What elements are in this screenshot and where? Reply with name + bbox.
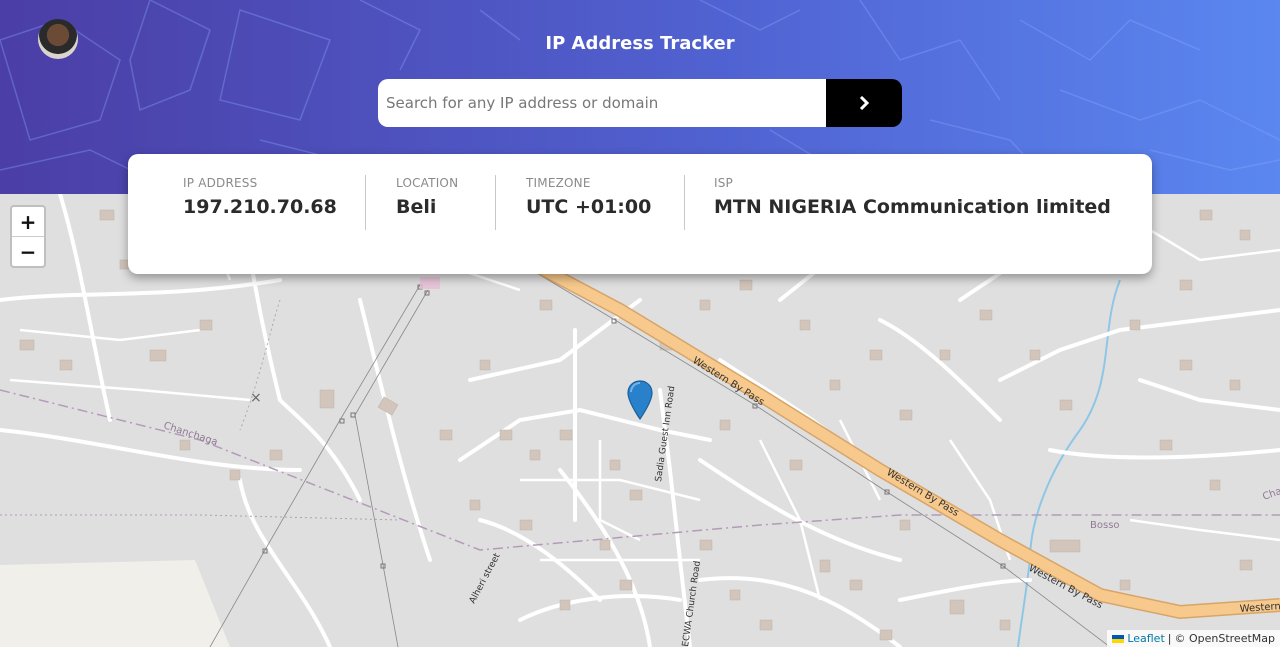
search-form <box>378 79 902 127</box>
page-title: IP Address Tracker <box>545 33 735 54</box>
app-root: × Western By Pass Western By Pass Wester… <box>0 0 1280 647</box>
isp-stat: ISP MTN NIGERIA Communication limited <box>714 176 1111 218</box>
map-marker-icon[interactable] <box>627 380 653 420</box>
place-label: Bosso <box>1090 520 1120 531</box>
leaflet-link[interactable]: Leaflet <box>1127 632 1164 645</box>
search-input[interactable] <box>378 79 826 127</box>
chevron-right-icon <box>859 96 870 110</box>
ip-address-value: 197.210.70.68 <box>183 196 337 218</box>
divider <box>684 175 685 230</box>
ip-info-card: IP ADDRESS 197.210.70.68 LOCATION Beli T… <box>128 154 1152 274</box>
ip-address-stat: IP ADDRESS 197.210.70.68 <box>183 176 337 218</box>
timezone-label: TIMEZONE <box>526 176 591 190</box>
ip-address-label: IP ADDRESS <box>183 176 258 190</box>
map-attribution: Leaflet | © OpenStreetMap <box>1107 630 1280 647</box>
location-value: Beli <box>396 196 437 218</box>
zoom-in-button[interactable]: + <box>12 207 44 236</box>
attribution-separator: | <box>1167 632 1172 645</box>
isp-label: ISP <box>714 176 733 190</box>
divider <box>495 175 496 230</box>
timezone-stat: TIMEZONE UTC +01:00 <box>526 176 651 218</box>
divider <box>365 175 366 230</box>
ukraine-flag-icon <box>1112 634 1125 643</box>
search-button[interactable] <box>826 79 902 127</box>
location-label: LOCATION <box>396 176 459 190</box>
zoom-out-button[interactable]: − <box>12 236 44 266</box>
zoom-control: + − <box>10 205 46 268</box>
timezone-value: UTC +01:00 <box>526 196 652 218</box>
isp-value: MTN NIGERIA Communication limited <box>714 196 1111 218</box>
location-stat: LOCATION Beli <box>396 176 458 218</box>
osm-attribution[interactable]: © OpenStreetMap <box>1174 632 1275 645</box>
svg-text:×: × <box>250 390 262 406</box>
